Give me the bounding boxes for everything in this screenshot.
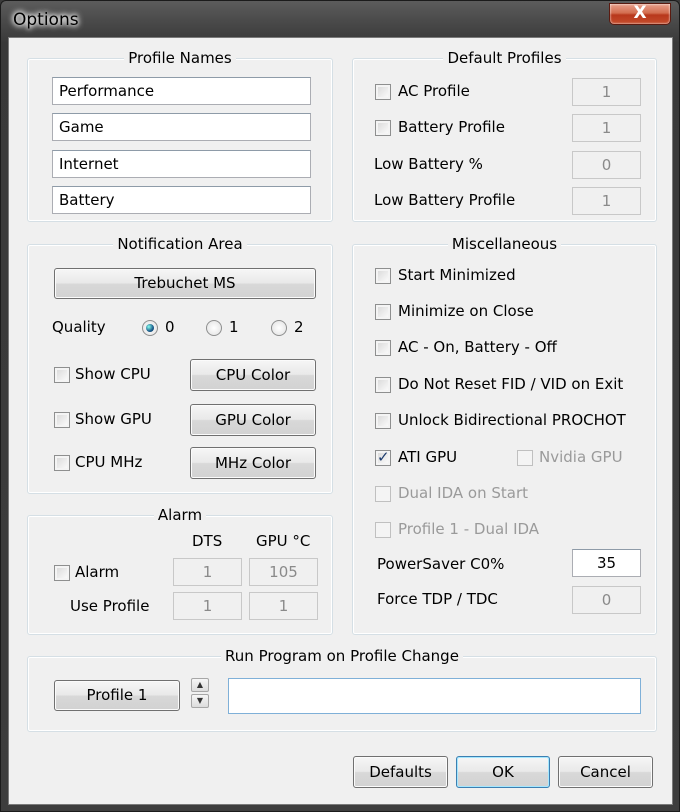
cpu-mhz-label: CPU MHz — [75, 453, 143, 471]
cpu-color-button[interactable]: CPU Color — [190, 359, 316, 391]
close-button[interactable]: X — [609, 3, 671, 25]
quality-radio-1[interactable] — [206, 320, 222, 336]
alarm-checkbox[interactable] — [54, 565, 70, 581]
use-profile-dts-value[interactable]: 1 — [173, 592, 242, 620]
battery-profile-checkbox[interactable] — [375, 120, 391, 136]
low-battery-profile-label: Low Battery Profile — [374, 191, 516, 209]
ac-profile-value[interactable]: 1 — [572, 78, 641, 106]
nvidia-gpu-label: Nvidia GPU — [539, 448, 623, 466]
radio-selected-dot — [146, 324, 154, 332]
powersaver-input[interactable]: 35 — [572, 549, 641, 577]
minimize-on-close-checkbox[interactable] — [375, 304, 391, 320]
checkmark-icon: ✓ — [377, 448, 390, 466]
force-tdp-label: Force TDP / TDC — [377, 590, 498, 608]
use-profile-label: Use Profile — [70, 597, 150, 615]
profile-name-input-3[interactable]: Internet — [52, 150, 311, 178]
unlock-prochot-checkbox[interactable] — [375, 413, 391, 429]
profile-name-input-1[interactable]: Performance — [52, 77, 311, 105]
ac-profile-checkbox[interactable] — [375, 84, 391, 100]
cpu-mhz-checkbox[interactable] — [54, 455, 70, 471]
dual-ida-label: Dual IDA on Start — [398, 484, 529, 502]
show-gpu-checkbox[interactable] — [54, 412, 70, 428]
cancel-button[interactable]: Cancel — [558, 756, 653, 788]
defaults-button[interactable]: Defaults — [353, 756, 448, 788]
mhz-color-button[interactable]: MHz Color — [190, 447, 316, 479]
start-minimized-checkbox[interactable] — [375, 268, 391, 284]
do-not-reset-label: Do Not Reset FID / VID on Exit — [398, 375, 624, 393]
font-button[interactable]: Trebuchet MS — [54, 268, 316, 299]
quality-radio-2[interactable] — [271, 320, 287, 336]
group-label-misc: Miscellaneous — [447, 235, 562, 253]
ac-on-battery-off-checkbox[interactable] — [375, 340, 391, 356]
nvidia-gpu-checkbox[interactable] — [517, 450, 533, 466]
battery-profile-value[interactable]: 1 — [572, 114, 641, 142]
quality-label: Quality — [52, 318, 106, 336]
dual-ida-checkbox[interactable] — [375, 486, 391, 502]
group-label-notification: Notification Area — [113, 235, 247, 253]
ati-gpu-checkbox[interactable]: ✓ — [375, 448, 391, 466]
profile1-dual-ida-label: Profile 1 - Dual IDA — [398, 520, 540, 538]
program-path-input[interactable] — [228, 678, 641, 714]
show-gpu-label: Show GPU — [75, 410, 152, 428]
alarm-col-dts: DTS — [192, 532, 223, 550]
alarm-dts-value[interactable]: 1 — [173, 558, 242, 586]
show-cpu-label: Show CPU — [75, 365, 151, 383]
group-label-run-program: Run Program on Profile Change — [221, 647, 463, 665]
low-battery-profile-value[interactable]: 1 — [572, 187, 641, 215]
chevron-up-icon: ▲ — [196, 680, 204, 689]
chevron-down-icon: ▼ — [196, 696, 204, 705]
profile-name-input-4[interactable]: Battery — [52, 186, 311, 214]
quality-radio-1-label: 1 — [229, 318, 239, 336]
unlock-prochot-label: Unlock Bidirectional PROCHOT — [398, 411, 626, 429]
alarm-col-gpu: GPU °C — [256, 532, 311, 550]
start-minimized-label: Start Minimized — [398, 266, 516, 284]
alarm-checkbox-label: Alarm — [75, 563, 120, 581]
group-label-default-profiles: Default Profiles — [443, 49, 566, 67]
ac-on-battery-off-label: AC - On, Battery - Off — [398, 338, 557, 356]
window-title: Options — [13, 10, 79, 30]
gpu-color-button[interactable]: GPU Color — [190, 404, 316, 436]
quality-radio-2-label: 2 — [294, 318, 304, 336]
ati-gpu-label: ATI GPU — [398, 448, 458, 466]
alarm-gpu-value[interactable]: 105 — [249, 558, 318, 586]
minimize-on-close-label: Minimize on Close — [398, 302, 534, 320]
battery-profile-label: Battery Profile — [398, 118, 505, 136]
low-battery-pct-label: Low Battery % — [374, 155, 483, 173]
options-window: Options X Profile Names Performance Game… — [0, 0, 680, 812]
force-tdp-value[interactable]: 0 — [572, 586, 641, 614]
profile-name-input-2[interactable]: Game — [52, 113, 311, 141]
use-profile-gpu-value[interactable]: 1 — [249, 592, 318, 620]
group-label-alarm: Alarm — [153, 506, 207, 524]
group-label-profile-names: Profile Names — [124, 49, 236, 67]
powersaver-label: PowerSaver C0% — [377, 555, 505, 573]
show-cpu-checkbox[interactable] — [54, 367, 70, 383]
profile-select-button[interactable]: Profile 1 — [54, 680, 180, 711]
dialog-client: Profile Names Performance Game Internet … — [8, 37, 673, 805]
profile1-dual-ida-checkbox[interactable] — [375, 522, 391, 538]
quality-radio-0[interactable] — [142, 320, 158, 336]
ac-profile-label: AC Profile — [398, 82, 470, 100]
ok-button[interactable]: OK — [456, 756, 550, 788]
low-battery-pct-value[interactable]: 0 — [572, 151, 641, 179]
spin-up-button[interactable]: ▲ — [191, 678, 209, 692]
spin-down-button[interactable]: ▼ — [191, 694, 209, 708]
quality-radio-0-label: 0 — [165, 318, 175, 336]
do-not-reset-checkbox[interactable] — [375, 377, 391, 393]
